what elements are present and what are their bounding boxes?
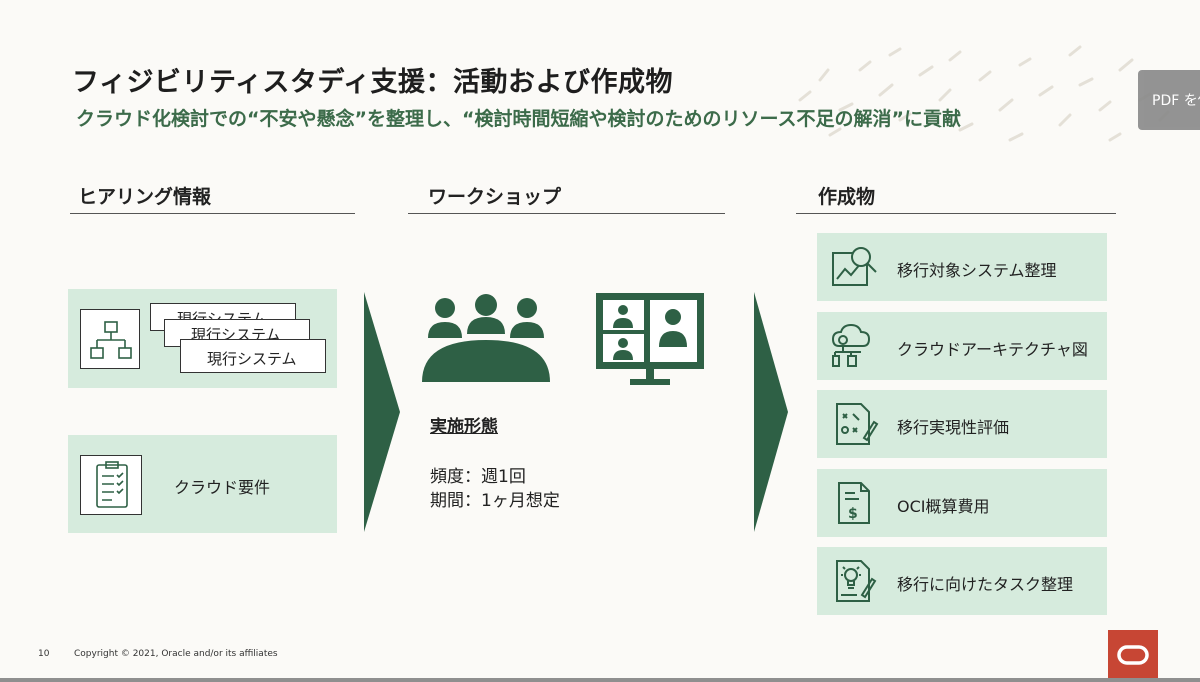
oracle-logo bbox=[1108, 630, 1158, 680]
svg-text:$: $ bbox=[848, 506, 858, 522]
current-system-card: 現行システム 現行システム 現行システム bbox=[68, 289, 337, 388]
hierarchy-icon bbox=[80, 309, 140, 369]
workshop-divider bbox=[408, 213, 725, 214]
cloud-architecture-icon bbox=[831, 324, 871, 367]
period-text: 期間：1ヶ月想定 bbox=[430, 491, 560, 511]
implementation-heading: 実施形態 bbox=[430, 417, 498, 437]
flow-arrow-1 bbox=[364, 292, 400, 532]
output-label: クラウドアーキテクチャ図 bbox=[897, 340, 1088, 359]
output-item: 移行対象システム整理 bbox=[817, 233, 1107, 301]
pdf-button[interactable]: PDF を使 bbox=[1138, 70, 1200, 130]
workshop-heading: ワークショップ bbox=[428, 186, 562, 208]
idea-document-icon bbox=[836, 560, 877, 602]
clipboard-checklist-icon bbox=[80, 455, 142, 515]
page-number: 10 bbox=[38, 649, 50, 659]
output-item: $ OCI概算費用 bbox=[817, 469, 1107, 537]
decorative-texture bbox=[798, 45, 1170, 142]
output-label: 移行に向けたタスク整理 bbox=[897, 575, 1074, 594]
output-label: 移行実現性評価 bbox=[897, 418, 1010, 437]
dollar-document-icon: $ bbox=[838, 482, 870, 524]
frequency-text: 頻度：週1回 bbox=[430, 467, 526, 487]
output-item: 移行に向けたタスク整理 bbox=[817, 547, 1107, 615]
output-label: OCI概算費用 bbox=[897, 497, 990, 516]
hearing-heading: ヒアリング情報 bbox=[78, 186, 212, 208]
output-item: 移行実現性評価 bbox=[817, 390, 1107, 458]
magnify-chart-icon bbox=[832, 247, 877, 286]
system-doc-front: 現行システム bbox=[180, 339, 326, 373]
outputs-divider bbox=[796, 213, 1116, 214]
outputs-heading: 作成物 bbox=[818, 186, 876, 208]
video-conference-icon bbox=[596, 293, 704, 385]
output-item: クラウドアーキテクチャ図 bbox=[817, 312, 1107, 380]
strategy-document-icon bbox=[836, 403, 879, 445]
slide: フィジビリティスタディ支援：活動および作成物 クラウド化検討での“不安や懸念”を… bbox=[0, 0, 1200, 682]
output-label: 移行対象システム整理 bbox=[897, 261, 1057, 280]
hearing-divider bbox=[70, 213, 355, 214]
copyright: Copyright © 2021, Oracle and/or its affi… bbox=[74, 649, 278, 659]
slide-title: フィジビリティスタディ支援：活動および作成物 bbox=[72, 67, 673, 98]
requirements-card: クラウド要件 bbox=[68, 435, 337, 533]
bottom-bar bbox=[0, 678, 1200, 682]
flow-arrow-2 bbox=[754, 292, 788, 532]
slide-subtitle: クラウド化検討での“不安や懸念”を整理し、“検討時間短縮や検討のためのリソース不… bbox=[76, 108, 962, 130]
requirements-label: クラウド要件 bbox=[174, 478, 271, 497]
meeting-group-icon bbox=[422, 294, 550, 382]
